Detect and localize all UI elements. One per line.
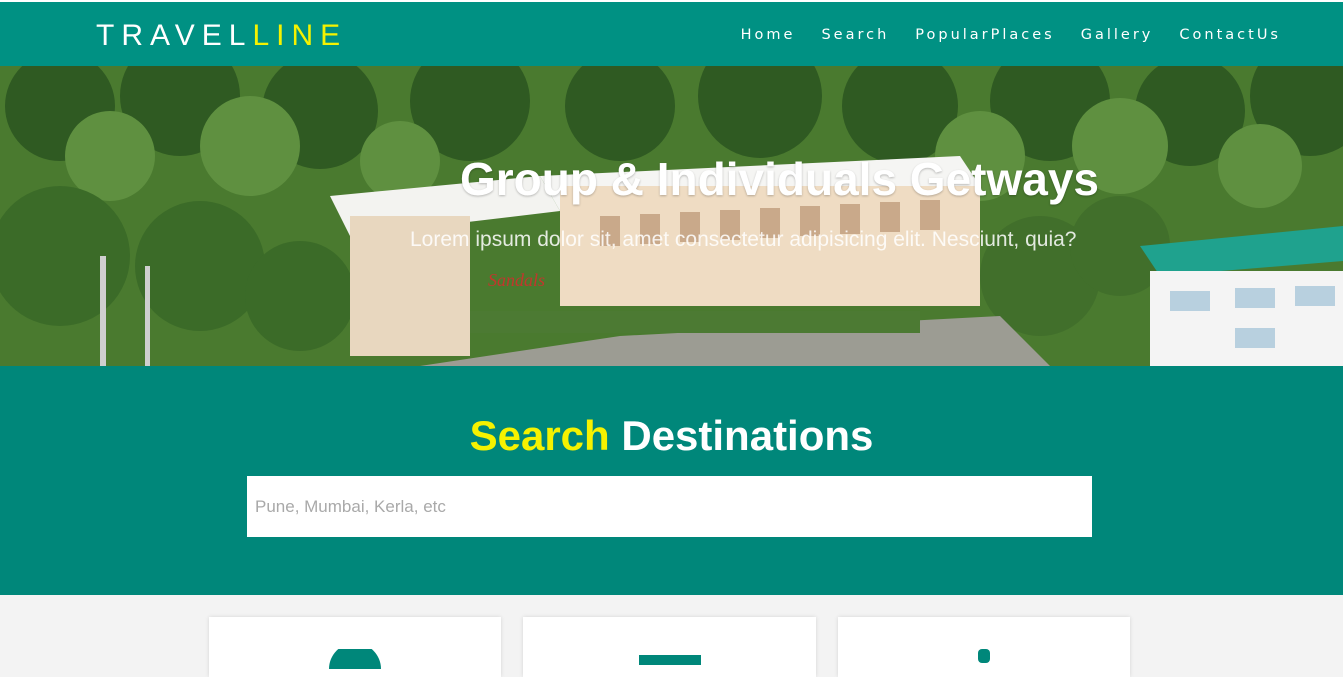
search-title-rest: Destinations xyxy=(609,412,874,459)
brand-part-1: TRAVEL xyxy=(96,19,253,52)
navbar: TRAVELLINE Home Search PopularPlaces Gal… xyxy=(0,0,1343,66)
search-title: Search Destinations xyxy=(0,410,1343,462)
feature-card-2[interactable] xyxy=(523,617,816,677)
nav-home[interactable]: Home xyxy=(741,24,796,46)
hero-title: Group & Individuals Getways xyxy=(460,153,1100,205)
destination-search-input[interactable] xyxy=(247,476,1092,537)
nav-search[interactable]: Search xyxy=(821,24,889,46)
circle-icon xyxy=(329,649,381,669)
search-title-accent: Search xyxy=(469,412,610,459)
hero-subtitle: Lorem ipsum dolor sit, amet consectetur … xyxy=(410,228,1077,251)
brand-part-2: LINE xyxy=(252,19,348,52)
search-section: Search Destinations xyxy=(0,366,1343,595)
bar-icon xyxy=(638,655,701,665)
nav-gallery[interactable]: Gallery xyxy=(1081,24,1154,46)
nav-popular-places[interactable]: PopularPlaces xyxy=(915,24,1054,46)
main-nav: Home Search PopularPlaces Gallery Contac… xyxy=(741,24,1281,46)
brand-logo[interactable]: TRAVELLINE xyxy=(96,18,347,54)
svg-text:Sandals: Sandals xyxy=(488,270,545,290)
hero-image: Sandals xyxy=(0,66,1343,366)
feature-card-1[interactable] xyxy=(209,617,501,677)
feature-cards xyxy=(0,595,1343,677)
pin-icon xyxy=(978,649,990,663)
feature-card-3[interactable] xyxy=(838,617,1130,677)
hero-banner: Sandals Group & Individuals Getways Lore… xyxy=(0,66,1343,366)
nav-contact-us[interactable]: ContactUs xyxy=(1179,24,1281,46)
